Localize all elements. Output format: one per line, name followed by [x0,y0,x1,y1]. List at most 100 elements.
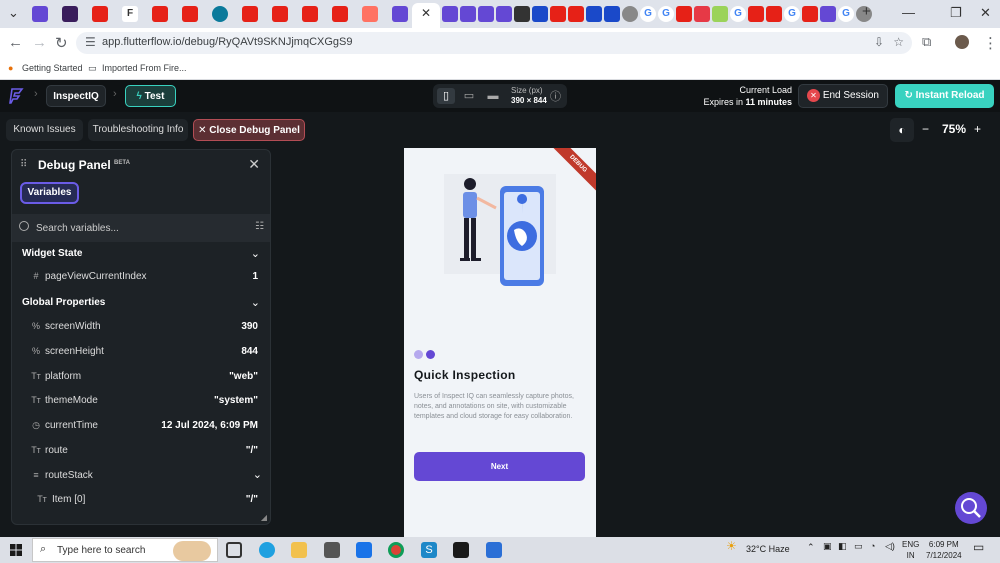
tab-flutterflow-icon[interactable] [460,6,476,22]
taskbar-search[interactable]: ⌕ Type here to search [32,538,218,562]
windows-start-icon[interactable] [10,544,22,556]
variable-row[interactable]: ≡ routeStack ⌄ [12,467,270,487]
tab-youtube-icon[interactable] [676,6,692,22]
tab-flutterflow-icon[interactable] [604,6,620,22]
extensions-icon[interactable]: ⧉ [922,34,931,50]
back-icon[interactable]: ← [8,34,23,51]
widget-state-header[interactable]: Widget State [22,248,82,259]
page-indicator[interactable] [414,346,438,364]
tab-youtube-icon[interactable] [272,6,288,22]
tab-youtube-icon[interactable] [332,6,348,22]
tray-app-icon[interactable]: ◧ [838,541,847,552]
tab-favicon-icon[interactable] [212,6,228,22]
language-indicator[interactable]: ENG IN [902,539,919,561]
tab-google-icon[interactable]: G [784,6,800,22]
test-mode-chip[interactable]: ϟ Test [125,85,176,107]
tab-favicon-icon[interactable] [694,6,710,22]
zoom-in-icon[interactable]: + [974,122,981,136]
terminal-icon[interactable] [453,542,469,558]
variable-row[interactable]: Tт route "/" [12,442,270,462]
resize-handle-icon[interactable]: ◢ [261,513,267,522]
bookmark-star-icon[interactable]: ☆ [893,35,904,49]
dark-mode-toggle-icon[interactable]: ◐ [890,118,914,142]
close-tab-icon[interactable]: ✕ [421,6,431,20]
support-search-button[interactable] [955,492,987,524]
tab-favicon-icon[interactable]: F [122,6,138,22]
tab-favicon-icon[interactable] [62,6,78,22]
active-tab[interactable]: ✕ [412,3,440,28]
tab-youtube-icon[interactable] [766,6,782,22]
page-dot[interactable] [414,350,423,359]
end-session-button[interactable]: ✕ End Session [798,84,888,108]
bookmark-getting-started[interactable]: Getting Started [22,63,83,73]
tab-youtube-icon[interactable] [242,6,258,22]
chevron-down-icon[interactable]: ⌄ [251,247,260,260]
omnibox[interactable]: ☰ app.flutterflow.io/debug/RyQAVt9SKNJjm… [76,32,912,54]
tray-app-icon[interactable]: ▣ [823,541,832,552]
tab-google-icon[interactable]: G [658,6,674,22]
desktop-device-icon[interactable]: ▬ [484,88,502,104]
tab-google-icon[interactable]: G [838,6,854,22]
drag-handle-icon[interactable]: ⠿ [20,159,27,170]
tray-chevron-up-icon[interactable]: ⌃ [807,542,815,553]
notifications-icon[interactable]: ▭ [973,540,984,554]
bookmark-imported[interactable]: Imported From Fire... [102,63,187,73]
photos-icon[interactable] [486,542,502,558]
mail-icon[interactable] [356,542,372,558]
search-variables-input[interactable] [36,219,236,237]
file-explorer-icon[interactable] [291,542,307,558]
variable-row[interactable]: ◷ currentTime 12 Jul 2024, 6:09 PM [12,417,270,437]
variable-row[interactable]: % screenWidth 390 [12,318,270,338]
close-debug-panel-button[interactable]: ✕ Close Debug Panel [193,119,305,141]
tab-flutterflow-icon[interactable] [496,6,512,22]
tab-youtube-icon[interactable] [568,6,584,22]
tablet-device-icon[interactable]: ▭ [460,88,478,104]
tab-figma-icon[interactable] [362,6,378,22]
variable-row[interactable]: # pageViewCurrentIndex 1 [12,268,270,288]
info-icon[interactable]: ⓘ [550,88,561,104]
tab-flutterflow-icon[interactable] [478,6,494,22]
tab-google-icon[interactable]: G [730,6,746,22]
flutterflow-logo-icon[interactable] [8,87,26,105]
task-view-icon[interactable] [226,542,242,558]
tab-flutterflow-icon[interactable] [392,6,408,22]
known-issues-button[interactable]: Known Issues [6,119,83,141]
store-icon[interactable] [324,542,340,558]
variable-row[interactable]: Tт themeMode "system" [12,392,270,412]
skype-icon[interactable]: S [421,542,437,558]
forward-icon[interactable]: → [32,34,47,51]
variable-row[interactable]: Tт Item [0] "/" [12,491,270,511]
close-panel-icon[interactable]: ✕ [248,156,260,173]
tab-favicon-icon[interactable] [622,6,638,22]
next-button[interactable]: Next [414,452,585,481]
tab-favicon-icon[interactable] [32,6,48,22]
tab-variables[interactable]: Variables [20,182,79,204]
maximize-icon[interactable]: ❐ [950,5,962,21]
chrome-icon[interactable] [388,542,404,558]
url-text[interactable]: app.flutterflow.io/debug/RyQAVt9SKNJjmqC… [102,36,352,48]
phone-device-icon[interactable]: ▯ [437,88,455,104]
tab-flutterflow-icon[interactable] [532,6,548,22]
close-window-icon[interactable]: ✕ [980,5,991,21]
tab-youtube-icon[interactable] [302,6,318,22]
install-app-icon[interactable]: ⇩ [874,35,884,49]
tab-youtube-icon[interactable] [802,6,818,22]
tab-flutterflow-icon[interactable] [586,6,602,22]
tab-flutterflow-icon[interactable] [820,6,836,22]
global-properties-header[interactable]: Global Properties [22,297,105,308]
weather-text[interactable]: 32°C Haze [746,544,790,554]
variable-row[interactable]: % screenHeight 844 [12,343,270,363]
tab-flutterflow-icon[interactable] [442,6,458,22]
tab-youtube-icon[interactable] [92,6,108,22]
filter-icon[interactable]: ☷ [255,221,264,232]
minimize-icon[interactable]: — [902,5,915,20]
volume-icon[interactable]: ◁) [885,541,895,552]
new-tab-icon[interactable]: + [862,3,871,20]
troubleshooting-button[interactable]: Troubleshooting Info [88,119,188,141]
tab-youtube-icon[interactable] [182,6,198,22]
tab-youtube-icon[interactable] [748,6,764,22]
tab-search-icon[interactable]: ⌄ [8,5,19,21]
tab-google-icon[interactable]: G [640,6,656,22]
instant-reload-button[interactable]: ↻ Instant Reload [895,84,994,108]
tab-favicon-icon[interactable] [712,6,728,22]
